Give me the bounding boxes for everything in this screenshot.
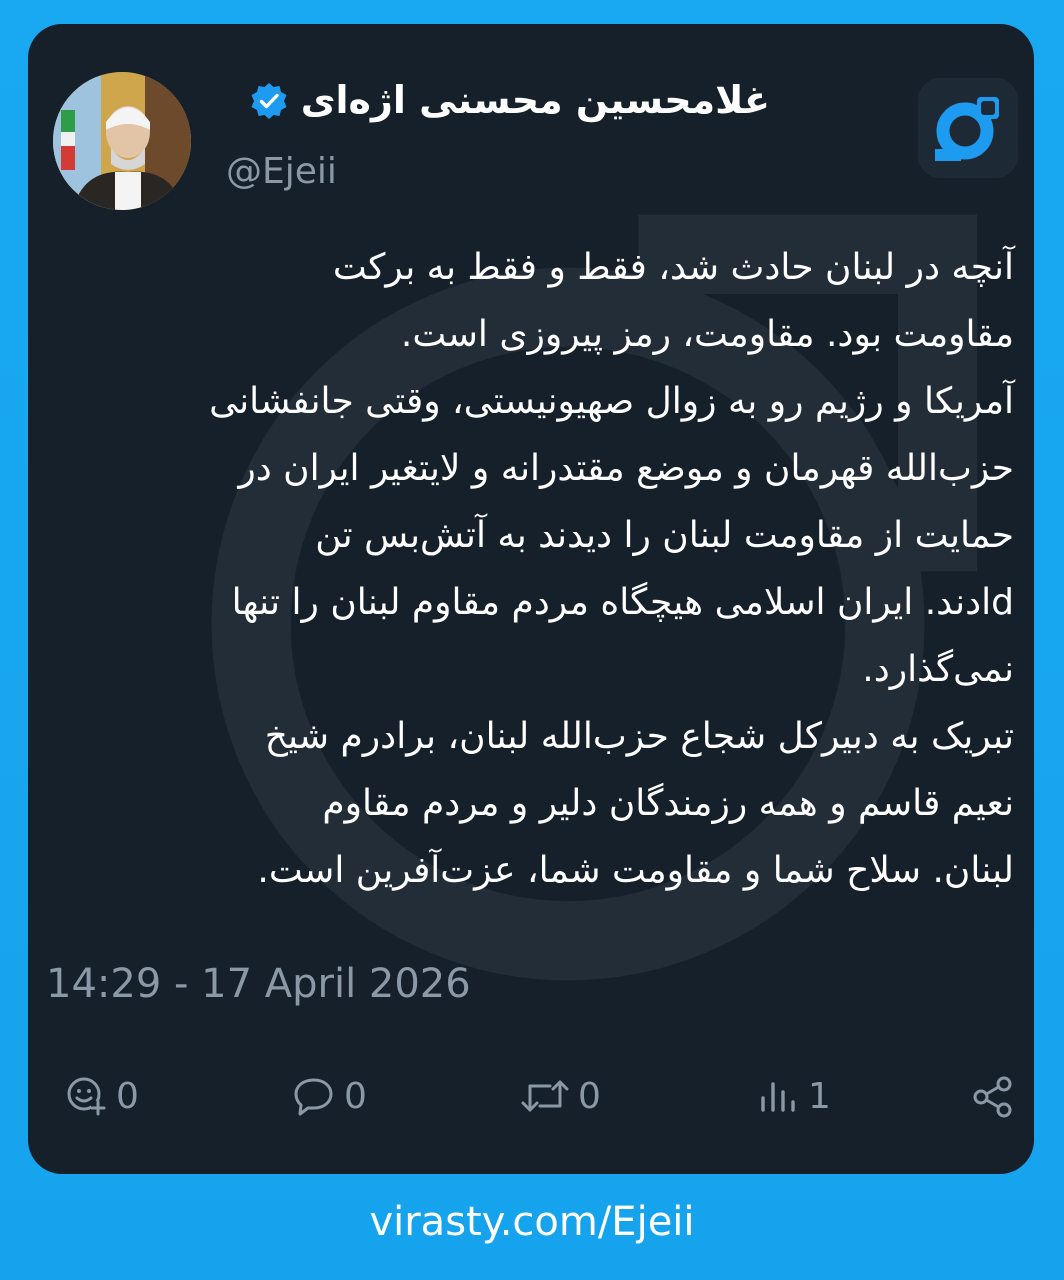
share-icon	[973, 1076, 1012, 1118]
author-avatar[interactable]	[53, 72, 191, 210]
author-name-row: غلامحسین محسنی اژه‌ای	[249, 79, 770, 122]
reaction-add-icon	[67, 1077, 106, 1116]
virasty-logo-icon	[935, 97, 999, 161]
author-handle[interactable]: @Ejeii	[226, 154, 337, 190]
reply-icon	[294, 1078, 333, 1116]
reaction-button[interactable]: 0	[64, 1074, 139, 1118]
repost-count: 0	[578, 1075, 601, 1117]
verified-badge-icon	[251, 82, 287, 119]
repost-icon	[521, 1080, 569, 1112]
post-actions-bar: 0 0 0 1	[28, 1074, 1034, 1124]
repost-button[interactable]: 0	[520, 1074, 601, 1118]
screenshot-frame: غلامحسین محسنی اژه‌ای @Ejeii آنچه در لبن…	[0, 0, 1064, 1280]
post-card: غلامحسین محسنی اژه‌ای @Ejeii آنچه در لبن…	[28, 24, 1034, 1174]
reply-count: 0	[344, 1075, 367, 1117]
profile-photo	[53, 72, 191, 210]
author-display-name[interactable]: غلامحسین محسنی اژه‌ای	[301, 79, 770, 122]
profile-link[interactable]: virasty.com/Ejeii	[0, 1198, 1064, 1246]
views-button[interactable]: 1	[756, 1074, 831, 1118]
reply-button[interactable]: 0	[292, 1074, 367, 1118]
views-count: 1	[808, 1075, 831, 1117]
virasty-app-logo	[918, 78, 1018, 178]
reaction-count: 0	[116, 1075, 139, 1117]
share-button[interactable]	[970, 1074, 1016, 1120]
post-text: آنچه در لبنان حادث شد، فقط و فقط به برکت…	[209, 247, 1014, 891]
views-icon	[761, 1082, 795, 1112]
post-timestamp[interactable]: 14:29 - 17 April 2026	[46, 964, 471, 1004]
